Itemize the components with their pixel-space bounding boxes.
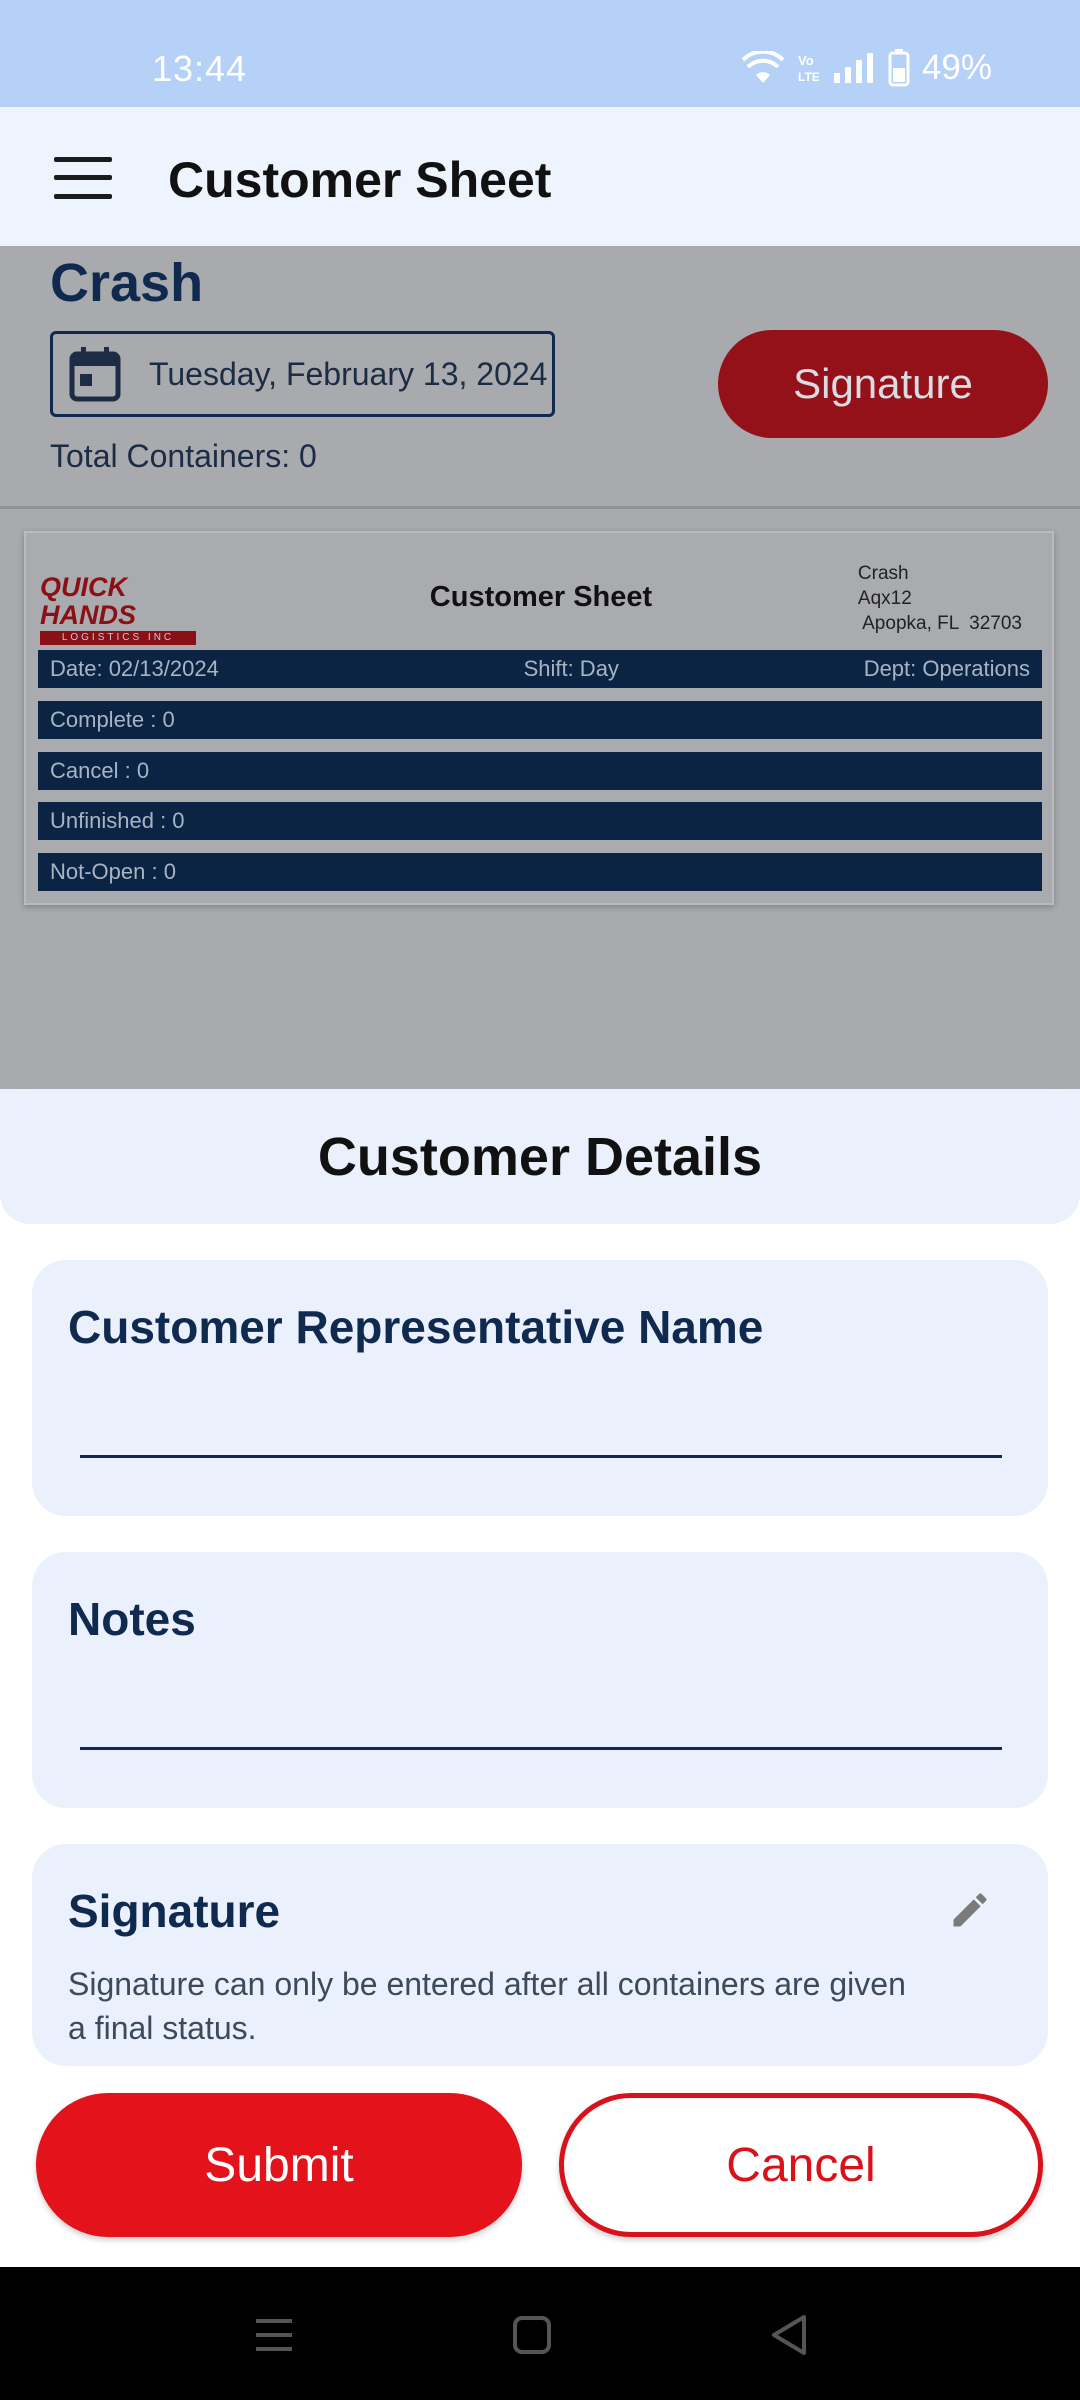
sheet-address: Crash Aqx12 Apopka, FL 32703 [857,563,1022,634]
status-row-complete: Complete : 0 [38,701,1042,739]
signature-label: Signature [68,1885,281,1937]
customer-sheet-preview: QUICK HANDS LOGISTICS INC Customer Sheet… [24,531,1054,905]
svg-text:LTE: LTE [798,70,820,84]
svg-text:Vo: Vo [798,53,814,68]
status-icons: Vo LTE 49% [741,48,992,88]
notes-input[interactable] [80,1686,1002,1750]
status-time: 13:44 [152,48,248,89]
battery-percent: 49% [921,48,992,87]
sheet-dept: Dept: Operations [863,656,1030,681]
total-containers: Total Containers: 0 [50,438,317,474]
hamburger-menu-icon[interactable] [54,157,112,199]
sheet-info-row: Date: 02/13/2024 Shift: Day Dept: Operat… [38,650,1042,688]
modal-title: Customer Details [0,1089,1080,1224]
rep-name-label: Customer Representative Name [68,1301,764,1353]
app-bar: Customer Sheet [0,107,1080,246]
rep-name-input[interactable] [80,1394,1002,1458]
status-row-not-open: Not-Open : 0 [38,853,1042,891]
wifi-icon [741,51,784,83]
sheet-shift: Shift: Day [523,656,619,681]
signature-description: Signature can only be entered after all … [68,1966,906,2046]
battery-icon [888,49,910,87]
status-bar: 13:44 Vo LTE 49% [0,0,1080,107]
app-title: Customer Sheet [168,152,552,208]
notes-label: Notes [68,1593,196,1645]
cancel-button[interactable]: Cancel [559,2093,1043,2237]
submit-button[interactable]: Submit [36,2093,522,2237]
rep-name-card: Customer Representative Name [32,1260,1048,1516]
back-icon[interactable] [766,2311,814,2359]
divider [0,506,1080,509]
status-row-unfinished: Unfinished : 0 [38,802,1042,840]
calendar-icon [69,347,121,402]
page-heading: Crash [50,253,204,313]
signature-card[interactable]: Signature Signature can only be entered … [32,1844,1048,2066]
customer-sheet-page: Crash Tuesday, February 13, 2024 Signatu… [0,246,1080,1089]
system-nav-bar [0,2267,1080,2400]
customer-details-sheet: Customer Details Customer Representative… [0,1089,1080,2267]
status-row-cancel: Cancel : 0 [38,752,1042,790]
signature-button[interactable]: Signature [718,330,1048,438]
date-value: Tuesday, February 13, 2024 [149,355,548,392]
edit-pencil-icon[interactable] [948,1888,992,1932]
notes-card: Notes [32,1552,1048,1808]
volte-icon: Vo LTE [798,53,820,84]
date-picker[interactable]: Tuesday, February 13, 2024 [50,331,555,417]
signal-icon [833,53,873,83]
recent-apps-icon[interactable] [250,2311,298,2359]
sheet-date: Date: 02/13/2024 [50,656,219,681]
home-icon[interactable] [508,2311,556,2359]
